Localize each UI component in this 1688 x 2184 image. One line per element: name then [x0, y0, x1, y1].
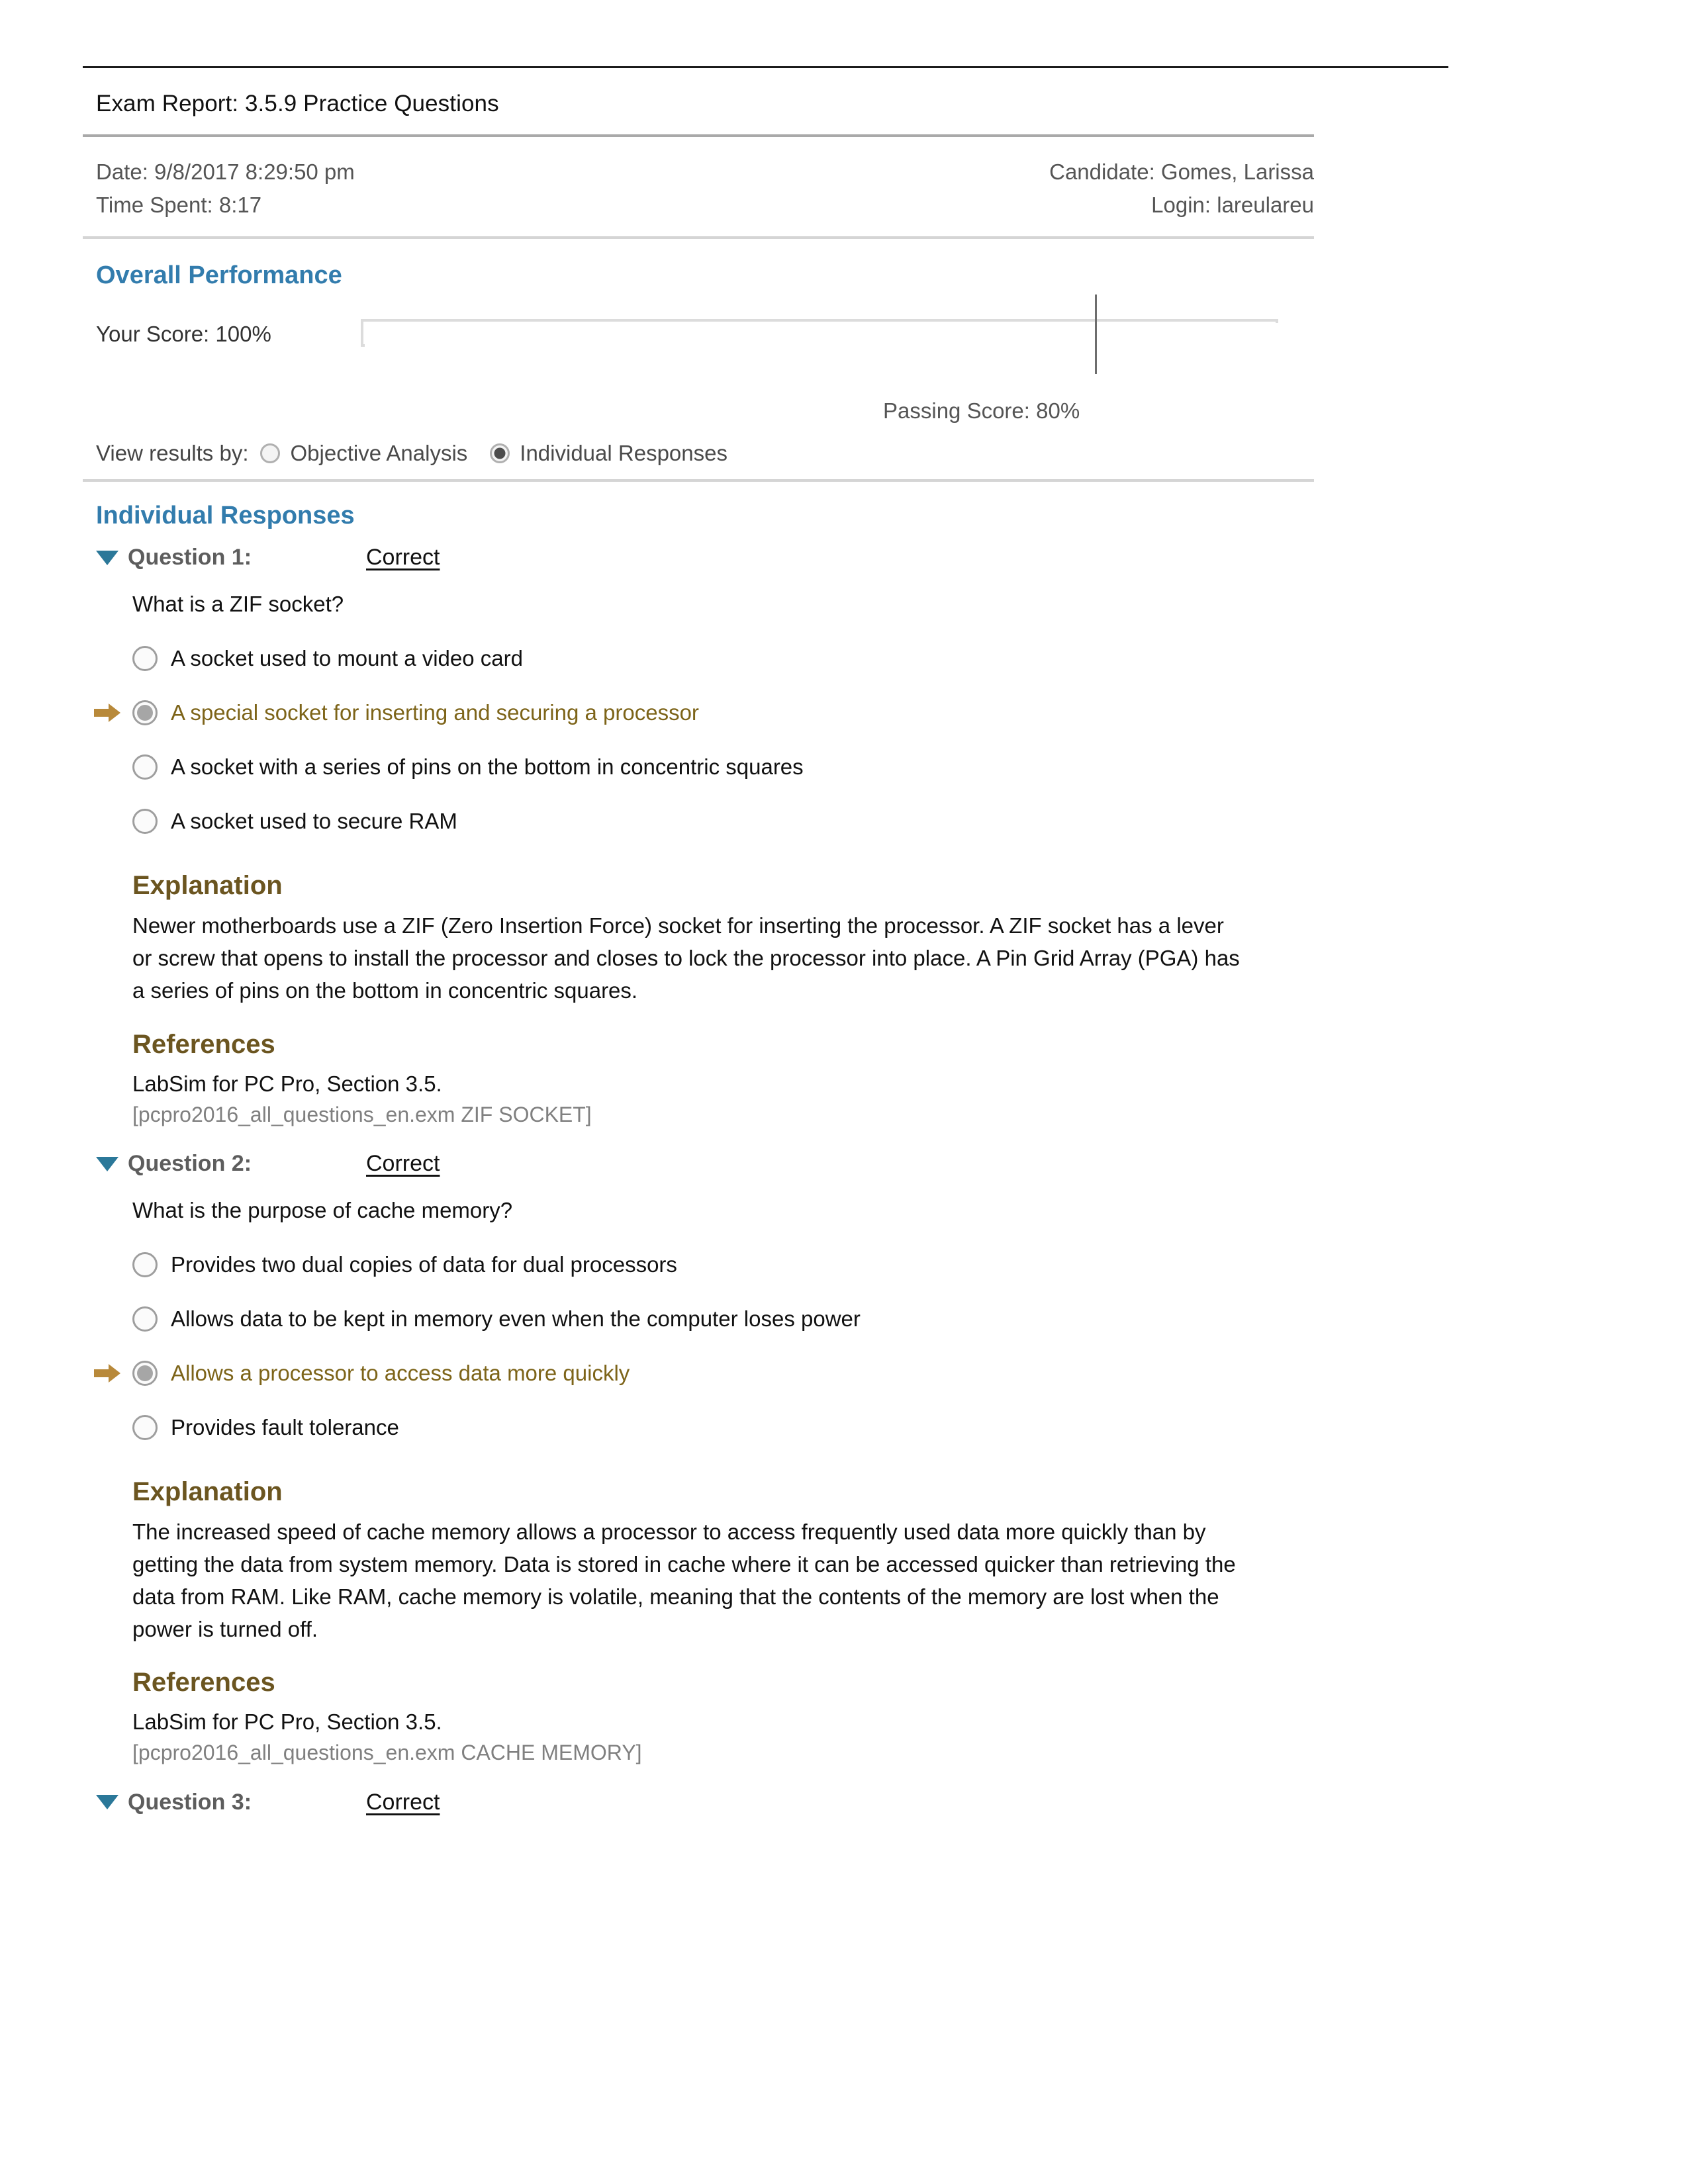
- question-block: Question 3: Correct: [83, 1779, 1314, 1819]
- radio-unselected-icon[interactable]: [132, 646, 158, 672]
- question-header[interactable]: Question 2: Correct: [96, 1140, 1314, 1181]
- references-heading: References: [132, 1668, 275, 1698]
- view-results-by-row: View results by: Objective Analysis Indi…: [83, 424, 1314, 479]
- answer-option[interactable]: Provides two dual copies of data for dua…: [132, 1238, 1314, 1292]
- answer-option[interactable]: Provides fault tolerance: [132, 1400, 1314, 1455]
- explanation-text: The increased speed of cache memory allo…: [132, 1520, 1236, 1641]
- individual-responses-heading: Individual Responses: [96, 502, 355, 530]
- answer-option-label: A special socket for inserting and secur…: [171, 700, 699, 725]
- radio-unselected-icon[interactable]: [132, 809, 158, 835]
- reference-source: [pcpro2016_all_questions_en.exm ZIF SOCK…: [132, 1102, 592, 1126]
- answer-option[interactable]: A socket with a series of pins on the bo…: [132, 740, 1314, 794]
- question-prompt: What is the purpose of cache memory?: [132, 1198, 513, 1223]
- view-option-objective-analysis-label: Objective Analysis: [290, 441, 468, 466]
- answer-option-label: Allows data to be kept in memory even wh…: [171, 1306, 861, 1332]
- score-bar-wrap: Passing Score: 80%: [361, 295, 1281, 423]
- question-block: Question 2: Correct What is the purpose …: [83, 1140, 1314, 1779]
- answer-option-label: Allows a processor to access data more q…: [171, 1361, 630, 1386]
- question-prompt: What is a ZIF socket?: [132, 592, 344, 617]
- question-status-badge[interactable]: Correct: [366, 545, 440, 570]
- score-bar: [361, 319, 1280, 349]
- report-content: Exam Report: 3.5.9 Practice Questions Da…: [83, 66, 1448, 1819]
- page-title: Exam Report: 3.5.9 Practice Questions: [96, 91, 499, 116]
- passing-score-marker: [1095, 295, 1097, 375]
- question-title: Question 2:: [128, 1151, 252, 1177]
- answer-option[interactable]: A socket used to secure RAM: [132, 794, 1314, 848]
- answer-option-selected[interactable]: Allows a processor to access data more q…: [94, 1346, 1314, 1400]
- candidate-name: Candidate: Gomes, Larissa: [1049, 159, 1314, 184]
- time-spent: Time Spent: 8:17: [96, 193, 262, 218]
- reference-source: [pcpro2016_all_questions_en.exm CACHE ME…: [132, 1741, 642, 1765]
- question-block: Question 1: Correct What is a ZIF socket…: [83, 534, 1314, 1140]
- answer-option-label: A socket used to secure RAM: [171, 809, 457, 834]
- question-title: Question 3:: [128, 1789, 252, 1815]
- radio-unselected-icon[interactable]: [132, 1306, 158, 1332]
- question-status-badge[interactable]: Correct: [366, 1151, 440, 1177]
- view-results-by-label: View results by:: [96, 441, 249, 466]
- radio-individual-responses-icon[interactable]: [490, 443, 510, 464]
- radio-selected-icon[interactable]: [132, 700, 158, 726]
- selected-answer-arrow-icon: [94, 704, 120, 723]
- answer-option[interactable]: Allows data to be kept in memory even wh…: [132, 1292, 1314, 1346]
- view-option-objective-analysis[interactable]: Objective Analysis: [260, 441, 467, 466]
- chevron-down-icon[interactable]: [96, 550, 118, 565]
- question-status-badge[interactable]: Correct: [366, 1790, 440, 1815]
- your-score-label: Your Score: 100%: [96, 322, 271, 347]
- answer-list: A socket used to mount a video card A sp…: [94, 623, 1314, 848]
- question-title: Question 1:: [128, 545, 252, 570]
- selected-answer-arrow-icon: [94, 1364, 120, 1383]
- answer-option-label: Provides fault tolerance: [171, 1415, 399, 1440]
- chevron-down-icon[interactable]: [96, 1156, 118, 1171]
- passing-score-label: Passing Score: 80%: [883, 398, 1080, 424]
- exam-meta: Date: 9/8/2017 8:29:50 pm Candidate: Gom…: [83, 137, 1314, 236]
- explanation-text: Newer motherboards use a ZIF (Zero Inser…: [132, 913, 1240, 1003]
- question-header[interactable]: Question 3: Correct: [96, 1779, 1314, 1819]
- radio-objective-analysis-icon[interactable]: [260, 443, 281, 464]
- score-area: Your Score: 100% Passing Score: 80%: [83, 295, 1314, 424]
- references-heading: References: [132, 1029, 275, 1059]
- answer-option-label: A socket with a series of pins on the bo…: [171, 754, 804, 780]
- chevron-down-icon[interactable]: [96, 1795, 118, 1810]
- view-option-individual-responses[interactable]: Individual Responses: [490, 441, 727, 466]
- answer-list: Provides two dual copies of data for dua…: [94, 1230, 1314, 1455]
- answer-option-label: A socket used to mount a video card: [171, 646, 523, 671]
- score-bar-fill: [365, 323, 1280, 349]
- answer-option-label: Provides two dual copies of data for dua…: [171, 1252, 677, 1277]
- answer-option[interactable]: A socket used to mount a video card: [132, 631, 1314, 686]
- explanation-heading: Explanation: [132, 1477, 283, 1507]
- answer-option-selected[interactable]: A special socket for inserting and secur…: [94, 686, 1314, 740]
- question-header[interactable]: Question 1: Correct: [96, 534, 1314, 574]
- overall-performance-heading: Overall Performance: [96, 261, 342, 290]
- view-option-individual-responses-label: Individual Responses: [520, 441, 727, 466]
- reference-line: LabSim for PC Pro, Section 3.5.: [132, 1071, 442, 1096]
- exam-report-page: Exam Report: 3.5.9 Practice Questions Da…: [0, 0, 1688, 2184]
- explanation-heading: Explanation: [132, 871, 283, 901]
- reference-line: LabSim for PC Pro, Section 3.5.: [132, 1709, 442, 1735]
- radio-unselected-icon[interactable]: [132, 1252, 158, 1278]
- candidate-login: Login: lareulareu: [1151, 193, 1314, 218]
- radio-unselected-icon[interactable]: [132, 1415, 158, 1441]
- exam-date: Date: 9/8/2017 8:29:50 pm: [96, 159, 355, 184]
- radio-unselected-icon[interactable]: [132, 754, 158, 780]
- radio-selected-icon[interactable]: [132, 1361, 158, 1387]
